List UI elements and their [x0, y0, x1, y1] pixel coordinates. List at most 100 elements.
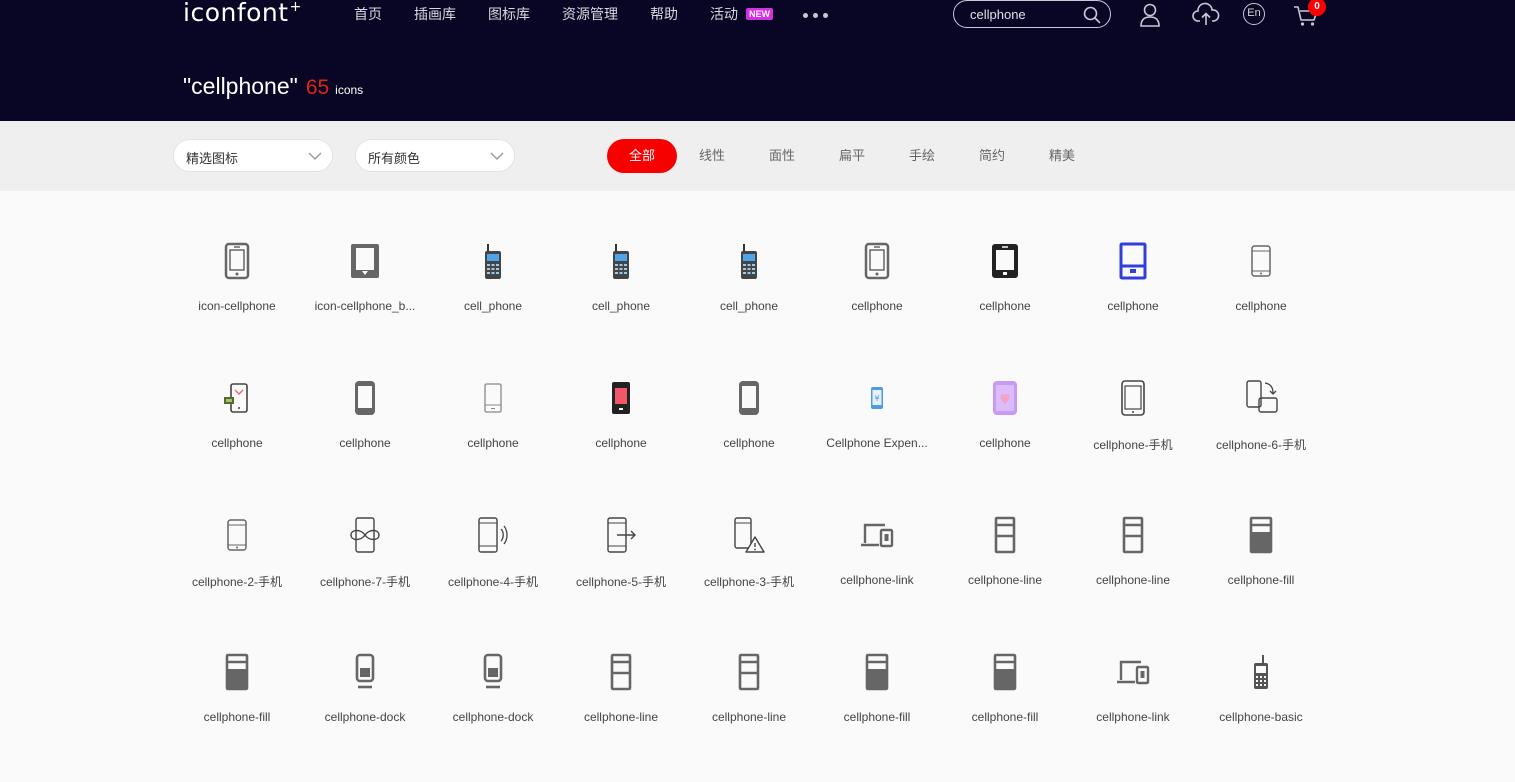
icon-card[interactable]: cellphone-dock: [429, 602, 557, 739]
tab-linear[interactable]: 线性: [677, 139, 747, 173]
icon-card[interactable]: cellphone-basic: [1197, 602, 1325, 739]
icon-card[interactable]: cellphone: [813, 191, 941, 328]
icon-card[interactable]: cellphone: [941, 191, 1069, 328]
user-icon[interactable]: [1139, 3, 1161, 27]
iconfont-logo[interactable]: iconfont+: [183, 0, 301, 27]
icon-card[interactable]: cell_phone: [557, 191, 685, 328]
icon-card[interactable]: cellphone-4-手机: [429, 465, 557, 602]
icon-card[interactable]: cellphone: [685, 328, 813, 465]
icon-card[interactable]: cellphone-link: [813, 465, 941, 602]
nav-icon-library[interactable]: 图标库: [488, 4, 530, 26]
icon-card[interactable]: cell_phone: [429, 191, 557, 328]
icon-card[interactable]: cellphone-line: [941, 465, 1069, 602]
icon-card[interactable]: cellphone: [941, 328, 1069, 465]
more-menu-icon[interactable]: [803, 13, 833, 18]
phone-fill-icon: [225, 653, 249, 691]
logo-text: iconfont: [183, 0, 289, 27]
tab-flat[interactable]: 扁平: [817, 139, 887, 173]
icon-card-name: cell_phone: [591, 299, 651, 313]
icon-card[interactable]: cellphone: [173, 328, 301, 465]
icon-card[interactable]: cellphone: [557, 328, 685, 465]
icon-card-name: cellphone: [211, 436, 263, 450]
phone-fill-icon: [993, 653, 1017, 691]
icon-card[interactable]: cellphone: [1069, 191, 1197, 328]
tab-filled[interactable]: 面性: [747, 139, 817, 173]
icon-card[interactable]: cellphone-5-手机: [557, 465, 685, 602]
icon-card[interactable]: ¥ Cellphone Expen...: [813, 328, 941, 465]
tab-all[interactable]: 全部: [607, 139, 677, 173]
icon-card-name: icon-cellphone_b...: [314, 299, 416, 313]
icon-card-name: cellphone: [467, 436, 519, 450]
icon-card[interactable]: cellphone-6-手机: [1197, 328, 1325, 465]
icon-card[interactable]: icon-cellphone_b...: [301, 191, 429, 328]
icon-card[interactable]: cellphone-link: [1069, 602, 1197, 739]
nav-help[interactable]: 帮助: [650, 4, 678, 26]
icon-card[interactable]: cellphone-dock: [301, 602, 429, 739]
icon-card-name: cellphone: [979, 436, 1031, 450]
icon-card[interactable]: cellphone-2-手机: [173, 465, 301, 602]
icon-type-select[interactable]: 精选图标: [173, 139, 333, 172]
tablet-outline-icon: [1121, 380, 1145, 416]
color-select-label: 所有颜色: [368, 151, 421, 166]
icon-card-name: cellphone: [339, 436, 391, 450]
icon-card-name: cellphone-fill: [843, 710, 911, 724]
icon-card-name: cellphone-link: [840, 573, 914, 587]
main-nav: 首页 插画库 图标库 资源管理 帮助 活动 NEW: [354, 4, 773, 26]
nav-illustrations[interactable]: 插画库: [414, 4, 456, 26]
icon-card[interactable]: cellphone: [1197, 191, 1325, 328]
language-switch-icon[interactable]: En: [1243, 3, 1265, 25]
nav-activity[interactable]: 活动 NEW: [710, 4, 773, 26]
nav-home[interactable]: 首页: [354, 4, 382, 26]
icon-card[interactable]: cell_phone: [685, 191, 813, 328]
phone-warning-icon: [734, 517, 765, 553]
logo-plus-icon: +: [289, 0, 302, 15]
icon-card[interactable]: cellphone-fill: [813, 602, 941, 739]
icon-card[interactable]: cellphone-line: [1069, 465, 1197, 602]
tab-simple[interactable]: 简约: [957, 139, 1027, 173]
search-box[interactable]: [953, 0, 1111, 28]
phone-black-icon: [992, 244, 1018, 278]
phone-thin-icon: [227, 519, 247, 551]
icon-card-name: Cellphone Expen...: [826, 436, 928, 450]
phone-blue-icon: [1119, 242, 1147, 280]
svg-text:¥: ¥: [874, 394, 879, 403]
icon-card[interactable]: cellphone-line: [685, 602, 813, 739]
icon-card-name: icon-cellphone: [198, 299, 276, 313]
icon-card-name: cellphone: [1107, 299, 1159, 313]
phone-line-icon: [610, 653, 632, 691]
phone-rounded-icon: [739, 381, 759, 415]
upload-cloud-icon[interactable]: [1192, 2, 1220, 26]
chevron-down-icon: [308, 152, 322, 160]
icon-card[interactable]: cellphone-fill: [173, 602, 301, 739]
phone-purple-heart-icon: [993, 381, 1017, 415]
icon-card-name: cellphone-link: [1096, 710, 1170, 724]
phone-rotate-icon: [1246, 380, 1278, 413]
phone-outline-icon: [224, 242, 250, 280]
icon-card[interactable]: cellphone-3-手机: [685, 465, 813, 602]
icon-card[interactable]: icon-cellphone: [173, 191, 301, 328]
icon-card[interactable]: cellphone-7-手机: [301, 465, 429, 602]
icon-card[interactable]: cellphone-line: [557, 602, 685, 739]
nav-resource-management[interactable]: 资源管理: [562, 4, 618, 26]
search-input[interactable]: [970, 5, 1080, 23]
phone-line-icon: [1122, 516, 1144, 554]
tab-hand-drawn[interactable]: 手绘: [887, 139, 957, 173]
icon-card[interactable]: cellphone: [301, 328, 429, 465]
phone-vibrate-icon: [478, 517, 508, 553]
phone-fill-icon: [1249, 516, 1273, 554]
tab-exquisite[interactable]: 精美: [1027, 139, 1097, 173]
color-select[interactable]: 所有颜色: [355, 139, 515, 172]
icon-card[interactable]: cellphone-fill: [1197, 465, 1325, 602]
icon-card-name: cellphone-line: [711, 710, 787, 724]
icon-card-name: cellphone-line: [583, 710, 659, 724]
icon-card[interactable]: cellphone: [429, 328, 557, 465]
icon-card[interactable]: cellphone-fill: [941, 602, 1069, 739]
phone-link-icon: [861, 523, 894, 548]
icon-card-name: cellphone-手机: [1093, 438, 1173, 452]
phone-yuan-icon: ¥: [871, 387, 883, 409]
icon-card[interactable]: cellphone-手机: [1069, 328, 1197, 465]
retro-cellphone-icon: [613, 244, 629, 279]
icon-card-name: cellphone-2-手机: [191, 575, 283, 589]
search-icon[interactable]: [1083, 6, 1101, 24]
phone-dock-icon: [483, 653, 503, 689]
